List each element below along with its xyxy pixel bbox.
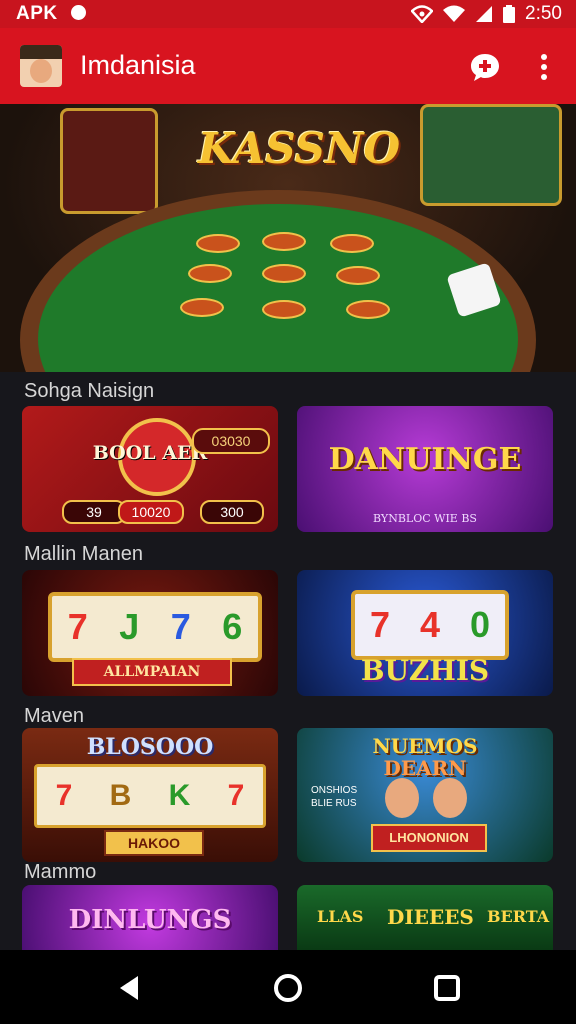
reel-symbol: 6 [222, 606, 243, 647]
reel-symbol: 4 [419, 604, 441, 645]
bet-spot [262, 300, 306, 319]
tile-side-text: ONSHIOS BLIE RUS [311, 785, 358, 809]
character [385, 778, 419, 818]
slot-machine-right [420, 104, 562, 206]
back-icon[interactable] [112, 971, 146, 1005]
reel-window: 7 4 0 [351, 590, 509, 660]
navigation-bar [0, 950, 576, 1024]
game-tile-dieees[interactable]: LLAS DIEEES BERTA [297, 885, 553, 950]
reel-window: 7 J 7 6 [48, 592, 262, 662]
tile-title: DINLUNGS [68, 905, 232, 935]
reel-symbol: B [109, 779, 132, 812]
tile-title: BLOSOOO [86, 734, 214, 760]
reel-symbol: 0 [469, 604, 491, 645]
tile-title-2: DEARN [383, 756, 467, 780]
bet-spot [330, 234, 374, 253]
status-time: 2:50 [525, 3, 562, 24]
tile-title: DANUINGE [328, 442, 522, 477]
character [433, 778, 467, 818]
avatar[interactable] [20, 45, 62, 87]
game-tile-buzhis[interactable]: 7 4 0 BUZHIS [297, 570, 553, 696]
hero-title: KASSNO [198, 124, 401, 173]
status-app-label: APK [16, 3, 58, 24]
badge-1: 39 [62, 500, 126, 524]
cell-signal-icon [476, 6, 493, 22]
status-left: APK [16, 3, 87, 25]
tile-title-2: DIEEES [387, 905, 474, 929]
tile-subtitle: BYNBLOC WIE BS [373, 512, 477, 525]
tile-banner: BUZHIS [360, 654, 490, 687]
badge-top: 03030 [192, 428, 270, 454]
bet-spot [262, 232, 306, 251]
tile-banner: ALLMPAIAN [72, 658, 232, 686]
reel-symbol: 7 [227, 779, 245, 812]
home-icon[interactable] [271, 971, 305, 1005]
tile-banner: LHONONION [371, 824, 487, 852]
tile-title-3: BERTA [487, 907, 550, 926]
game-tile-blosooo[interactable]: BLOSOOO 7 B K 7 HAKOO [22, 728, 278, 862]
slot-machine-left [60, 108, 158, 214]
tile-title-1: LLAS [317, 907, 364, 926]
section-label: Sohga Naisign [24, 380, 155, 402]
game-tile-danuinge[interactable]: DANUINGE BYNBLOC WIE BS [297, 406, 553, 532]
reel-symbol: J [119, 606, 140, 647]
bet-spot [196, 234, 240, 253]
tile-banner: HAKOO [104, 830, 204, 856]
game-tile-slot-classic[interactable]: 7 J 7 6 ALLMPAIAN [22, 570, 278, 696]
bet-spot [188, 264, 232, 283]
game-tile-dinlungs[interactable]: DINLUNGS [22, 885, 278, 950]
bet-spot [336, 266, 380, 285]
badge-3: 300 [200, 500, 264, 524]
tile-title-1: NUEMOS [372, 734, 478, 758]
chat-icon[interactable] [468, 50, 502, 84]
app-title: Imdanisia [80, 50, 196, 80]
section-label: Maven [24, 705, 85, 727]
signal-icon [411, 5, 434, 23]
reel-symbol: K [168, 779, 191, 812]
bet-spot [180, 298, 224, 317]
status-right: 2:50 [411, 3, 562, 25]
notification-icon [71, 5, 87, 20]
recents-icon[interactable] [430, 971, 464, 1005]
reel-symbol: 7 [369, 604, 391, 645]
app-bar: Imdanisia [0, 28, 576, 104]
section-label: Mammo [24, 861, 97, 883]
reel-window: 7 B K 7 [34, 764, 266, 828]
game-tile-bool-aer[interactable]: BOOL AER 03030 39 10020 300 [22, 406, 278, 532]
reel-symbol: 7 [55, 779, 73, 812]
bet-spot [346, 300, 390, 319]
bet-spot [262, 264, 306, 283]
more-vert-icon[interactable] [530, 50, 558, 84]
reel-symbol: 7 [170, 606, 191, 647]
reel-symbol: 7 [67, 606, 88, 647]
game-tile-nuemos-dearn[interactable]: NUEMOS DEARN ONSHIOS BLIE RUS LHONONION [297, 728, 553, 862]
badge-2: 10020 [118, 500, 184, 524]
hero-banner[interactable]: KASSNO [0, 104, 576, 372]
section-label: Mallin Manen [24, 543, 143, 565]
wifi-icon [443, 5, 466, 22]
battery-icon [503, 5, 516, 23]
status-bar: APK 2:50 [0, 0, 576, 28]
